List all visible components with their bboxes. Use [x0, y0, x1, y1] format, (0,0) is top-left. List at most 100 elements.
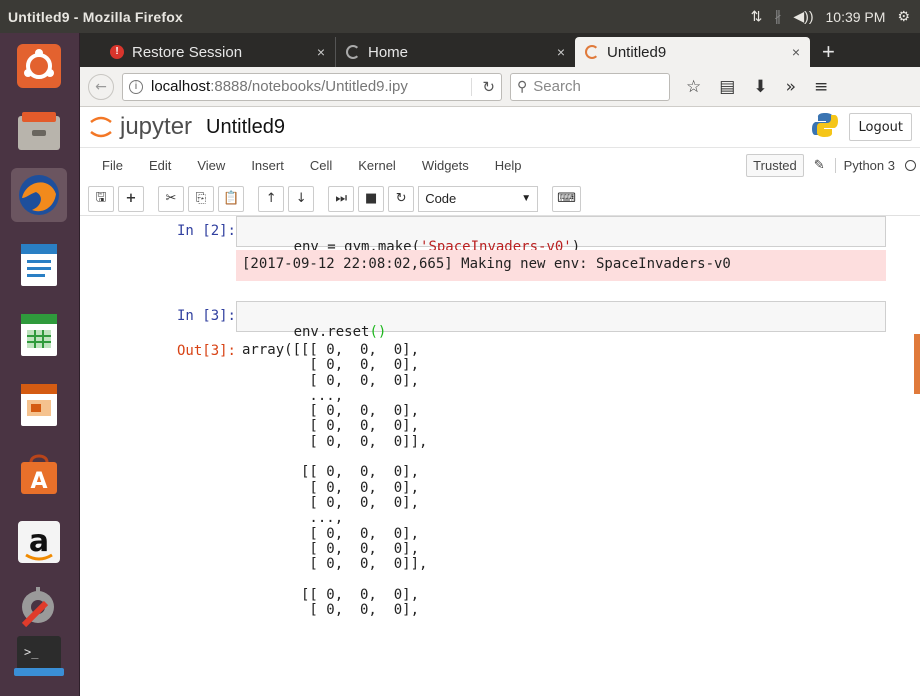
new-tab-button[interactable]: + — [810, 37, 847, 67]
menu-edit[interactable]: Edit — [149, 158, 171, 173]
firefox-icon[interactable] — [11, 168, 67, 222]
output-array: array([[[ 0, 0, 0], [ 0, 0, 0], [ 0, 0, … — [242, 342, 428, 619]
hamburger-menu-icon[interactable]: ≡ — [814, 77, 828, 97]
tab-home[interactable]: Home × — [335, 37, 575, 67]
system-settings-icon[interactable] — [11, 581, 67, 635]
settings-gear-icon[interactable]: ⚙ — [897, 8, 910, 25]
in-prompt: In [2]: — [176, 223, 236, 239]
loading-spinner-icon — [346, 45, 360, 59]
close-tab-icon[interactable]: × — [792, 44, 800, 60]
back-icon[interactable]: ← — [88, 73, 114, 100]
loading-spinner-icon — [585, 45, 599, 59]
search-icon: ⚲ — [517, 78, 528, 94]
amazon-icon[interactable]: a — [11, 515, 67, 569]
search-placeholder: Search — [533, 78, 581, 95]
keyboard-icon[interactable]: ⌨ — [552, 185, 581, 212]
menu-kernel[interactable]: Kernel — [358, 158, 396, 173]
close-tab-icon[interactable]: × — [317, 44, 325, 60]
code-text: env.reset — [293, 324, 370, 340]
close-tab-icon[interactable]: × — [557, 44, 565, 60]
menu-help[interactable]: Help — [495, 158, 522, 173]
search-box[interactable]: ⚲ Search — [510, 72, 670, 101]
tab-label: Restore Session — [132, 43, 243, 61]
tab-strip: ! Restore Session × Home × Untitled9 × + — [80, 33, 920, 67]
libreoffice-calc-icon[interactable] — [11, 308, 67, 362]
url-path: :8888/notebooks/Untitled9.ipy — [210, 78, 408, 95]
warning-icon: ! — [110, 45, 124, 59]
tab-label: Untitled9 — [607, 43, 667, 61]
url-bar[interactable]: i localhost:8888/notebooks/Untitled9.ipy… — [122, 72, 502, 101]
svg-text:>_: >_ — [24, 645, 39, 659]
clock[interactable]: 10:39 PM — [826, 9, 886, 25]
stderr-output: [2017-09-12 22:08:02,665] Making new env… — [236, 250, 886, 281]
jupyter-logo[interactable]: jupyter — [88, 113, 192, 141]
scrollbar-thumb[interactable] — [914, 334, 920, 394]
python-logo-icon — [811, 111, 839, 143]
dropdown-arrow-icon: ▼ — [521, 193, 532, 204]
edit-pencil-icon[interactable]: ✎ — [814, 157, 825, 173]
ubuntu-launcher: A a >_ — [0, 33, 80, 696]
notebook-name[interactable]: Untitled9 — [206, 116, 285, 139]
menu-cell[interactable]: Cell — [310, 158, 332, 173]
info-icon[interactable]: i — [129, 79, 143, 94]
firefox-window: ! Restore Session × Home × Untitled9 × +… — [80, 33, 920, 696]
menu-insert[interactable]: Insert — [251, 158, 284, 173]
ubuntu-dash-icon[interactable] — [11, 39, 67, 93]
in-prompt: In [3]: — [176, 308, 236, 324]
ubuntu-top-panel: Untitled9 - Mozilla Firefox ⇅ ∦ ◀)) 10:3… — [0, 0, 920, 33]
save-icon[interactable]: 🖫 — [88, 185, 114, 212]
copy-icon[interactable]: ⎘ — [188, 185, 214, 212]
menu-view[interactable]: View — [197, 158, 225, 173]
notebook-scrollbar[interactable] — [914, 216, 920, 696]
restart-icon[interactable]: ↻ — [388, 185, 415, 212]
logout-button[interactable]: Logout — [849, 113, 912, 141]
window-title: Untitled9 - Mozilla Firefox — [8, 8, 183, 25]
kernel-name: Python 3 — [834, 157, 895, 173]
terminal-icon[interactable]: >_ — [11, 629, 67, 683]
code-paren: () — [369, 324, 387, 340]
tab-label: Home — [368, 43, 409, 61]
kernel-idle-icon — [905, 159, 916, 171]
move-up-icon[interactable]: ↑ — [258, 185, 285, 212]
trusted-indicator[interactable]: Trusted — [746, 153, 804, 177]
jupyter-header: jupyter Untitled9 Logout — [80, 107, 920, 148]
libreoffice-impress-icon[interactable] — [11, 378, 67, 432]
svg-text:a: a — [29, 524, 49, 559]
interrupt-icon[interactable]: ■ — [358, 185, 385, 212]
menu-file[interactable]: File — [102, 158, 123, 173]
software-center-icon[interactable]: A — [11, 446, 67, 500]
download-icon[interactable]: ⬇ — [753, 77, 767, 97]
paste-icon[interactable]: 📋 — [218, 185, 245, 212]
overflow-icon[interactable]: » — [786, 77, 796, 97]
kernel-status-area: Trusted ✎ Python 3 — [746, 153, 920, 177]
notebook-menubar: File Edit View Insert Cell Kernel Widget… — [80, 148, 920, 182]
plus-icon: + — [822, 39, 835, 64]
cut-icon[interactable]: ✂ — [158, 185, 184, 212]
indicator-area: ⇅ ∦ ◀)) 10:39 PM ⚙ — [751, 8, 920, 25]
code-cell-3[interactable]: env.reset() — [236, 301, 886, 340]
move-down-icon[interactable]: ↓ — [288, 185, 315, 212]
url-host: localhost — [151, 78, 211, 95]
reading-list-icon[interactable]: ▤ — [719, 77, 735, 97]
tab-untitled9[interactable]: Untitled9 × — [575, 37, 810, 67]
network-icon[interactable]: ⇅ — [751, 8, 763, 25]
bluetooth-icon[interactable]: ∦ — [774, 8, 781, 25]
jupyter-orbit-icon — [90, 116, 112, 138]
toolbar-icons: ☆ ▤ ⬇ » ≡ — [686, 77, 828, 97]
svg-text:A: A — [30, 469, 47, 494]
notebook-area: In [2]: env = gym.make('SpaceInvaders-v0… — [80, 216, 920, 696]
notebook-toolbar: 🖫 + ✂ ⎘ 📋 ↑ ↓ ⏭ ■ ↻ Code ▼ ⌨ — [80, 182, 920, 216]
menu-widgets[interactable]: Widgets — [422, 158, 469, 173]
libreoffice-writer-icon[interactable] — [11, 238, 67, 292]
files-icon[interactable] — [11, 105, 67, 159]
cell-type-select[interactable]: Code ▼ — [418, 185, 539, 212]
bookmark-star-icon[interactable]: ☆ — [686, 77, 701, 97]
code-cell-2[interactable]: env = gym.make('SpaceInvaders-v0') — [236, 216, 886, 255]
navigation-bar: ← i localhost:8888/notebooks/Untitled9.i… — [80, 67, 920, 107]
jupyter-brand: jupyter — [120, 113, 193, 140]
insert-cell-icon[interactable]: + — [118, 185, 144, 212]
volume-icon[interactable]: ◀)) — [793, 8, 813, 25]
tab-restore-session[interactable]: ! Restore Session × — [100, 37, 335, 67]
reload-icon[interactable]: ↻ — [471, 77, 495, 96]
run-icon[interactable]: ⏭ — [328, 185, 355, 212]
